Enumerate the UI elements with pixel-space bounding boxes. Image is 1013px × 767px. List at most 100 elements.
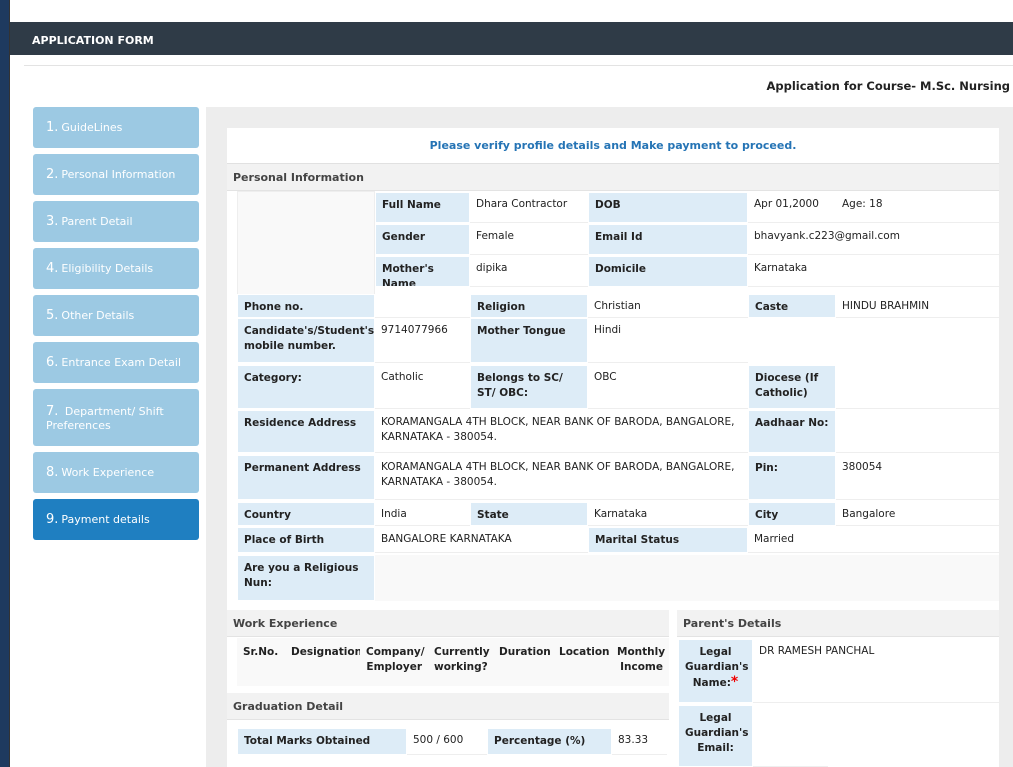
step-entrance-exam-detail[interactable]: 6. Entrance Exam Detail (33, 342, 199, 383)
phone-value (375, 294, 470, 318)
diocese-label: Diocese (If Catholic) (748, 365, 836, 409)
step-label-text: Department/ Shift Preferences (46, 404, 164, 432)
top-strip (10, 0, 1013, 22)
step-work-experience[interactable]: 8. Work Experience (33, 452, 199, 493)
step-number: 2. (46, 167, 59, 182)
mother-name-label: Mother's Name (375, 256, 470, 287)
work-col-srno: Sr.No. (243, 646, 279, 658)
application-window: APPLICATION FORM Application for Course-… (9, 0, 1013, 767)
domicile-label: Domicile (588, 256, 748, 287)
step-number: 5. (46, 308, 59, 323)
step-number: 4. (46, 261, 59, 276)
verify-notice: Please verify profile details and Make p… (227, 128, 999, 164)
caste-value: HINDU BRAHMIN (836, 294, 999, 318)
work-col-duration: Duration (499, 646, 551, 658)
step-eligibility-details[interactable]: 4. Eligibility Details (33, 248, 199, 289)
step-label: Personal Information (61, 168, 176, 181)
domicile-value: Karnataka (748, 256, 999, 287)
step-number: 1. (46, 120, 59, 135)
step-payment-details[interactable]: 9. Payment details (33, 499, 199, 540)
mobile-label: Candidate's/Student's mobile number. (237, 318, 375, 363)
graduation-header: Graduation Detail (227, 693, 669, 720)
religion-label: Religion (470, 294, 588, 318)
gender-label: Gender (375, 224, 470, 255)
guardian-name-label-text: Legal Guardian's Name: (685, 646, 749, 689)
full-name-value: Dhara Contractor (470, 192, 588, 223)
total-marks-value: 500 / 600 (407, 728, 487, 755)
mobile-value: 9714077966 (375, 318, 470, 363)
course-title: Application for Course- M.Sc. Nursing (766, 79, 1010, 93)
diocese-value (836, 365, 999, 409)
sc-st-obc-label: Belongs to SC/ ST/ OBC: (470, 365, 588, 409)
work-col-designation: Designation (291, 646, 360, 658)
gender-value: Female (470, 224, 588, 255)
marital-status-value: Married (748, 527, 999, 553)
content-panel: Please verify profile details and Make p… (227, 128, 999, 767)
permanent-address-label: Permanent Address (237, 455, 375, 500)
pin-value: 380054 (836, 455, 999, 500)
email-value: bhavyank.c223@gmail.com (748, 224, 999, 255)
sc-st-obc-value: OBC (588, 365, 748, 409)
step-number: 8. (46, 465, 59, 480)
state-value: Karnataka (588, 502, 748, 526)
residence-address-label: Residence Address (237, 410, 375, 453)
step-label: GuideLines (61, 121, 123, 134)
step-parent-detail[interactable]: 3. Parent Detail (33, 201, 199, 242)
work-col-monthly-income: Monthly Income (617, 646, 666, 673)
work-experience-header: Work Experience (227, 610, 669, 637)
percentage-value: 83.33 (612, 728, 667, 755)
mother-name-value: dipika (470, 256, 588, 287)
religion-value: Christian (588, 294, 748, 318)
email-label: Email Id (588, 224, 748, 255)
step-label: Entrance Exam Detail (61, 356, 182, 369)
required-asterisk: * (730, 674, 739, 690)
country-label: Country (237, 502, 375, 526)
step-other-details[interactable]: 5. Other Details (33, 295, 199, 336)
city-label: City (748, 502, 836, 526)
step-label: 7. Department/ Shift Preferences (46, 404, 199, 432)
residence-address-value: KORAMANGALA 4TH BLOCK, NEAR BANK OF BARO… (375, 410, 748, 453)
divider (24, 65, 1013, 66)
religious-nun-label: Are you a Religious Nun: (237, 555, 375, 601)
total-marks-label: Total Marks Obtained (237, 728, 407, 755)
state-label: State (470, 502, 588, 526)
step-personal-information[interactable]: 2. Personal Information (33, 154, 199, 195)
city-value: Bangalore (836, 502, 999, 526)
category-label: Category: (237, 365, 375, 409)
marital-status-label: Marital Status (588, 527, 748, 553)
parents-details-header: Parent's Details (677, 610, 999, 637)
photo-cell (237, 191, 375, 295)
step-number: 3. (46, 214, 59, 229)
step-label: Payment details (61, 513, 150, 526)
caste-label: Caste (748, 294, 836, 318)
place-of-birth-value: BANGALORE KARNATAKA (375, 527, 588, 553)
guardian-name-label: Legal Guardian's Name:* (678, 639, 753, 703)
dob-value: Apr 01,2000 (748, 192, 836, 223)
step-sidebar: 1. GuideLines 2. Personal Information 3. Pa… (33, 107, 199, 546)
dob-label: DOB (588, 192, 748, 223)
work-col-company: Company/ Employer (366, 646, 425, 673)
age-value: Age: 18 (836, 192, 999, 223)
step-label: Eligibility Details (61, 262, 154, 275)
mother-tongue-value: Hindi (588, 318, 748, 363)
permanent-address-value: KORAMANGALA 4TH BLOCK, NEAR BANK OF BARO… (375, 455, 748, 500)
form-title-bar: APPLICATION FORM (10, 22, 1013, 55)
place-of-birth-label: Place of Birth (237, 527, 375, 553)
guardian-email-value (753, 705, 828, 767)
country-value: India (375, 502, 470, 526)
step-department-shift[interactable]: 7. Department/ Shift Preferences (33, 389, 199, 446)
religious-nun-value (375, 555, 999, 601)
step-number: 9. (46, 512, 59, 527)
guardian-email-label: Legal Guardian's Email: (678, 705, 753, 767)
aadhaar-label: Aadhaar No: (748, 410, 836, 453)
step-number: 6. (46, 355, 59, 370)
step-number: 7. (46, 403, 59, 419)
step-label: Work Experience (61, 466, 155, 479)
pin-label: Pin: (748, 455, 836, 500)
step-label: Parent Detail (61, 215, 133, 228)
personal-info-header: Personal Information (227, 164, 999, 191)
work-col-location: Location (559, 646, 610, 658)
phone-label: Phone no. (237, 294, 375, 318)
percentage-label: Percentage (%) (487, 728, 612, 755)
step-guidelines[interactable]: 1. GuideLines (33, 107, 199, 148)
